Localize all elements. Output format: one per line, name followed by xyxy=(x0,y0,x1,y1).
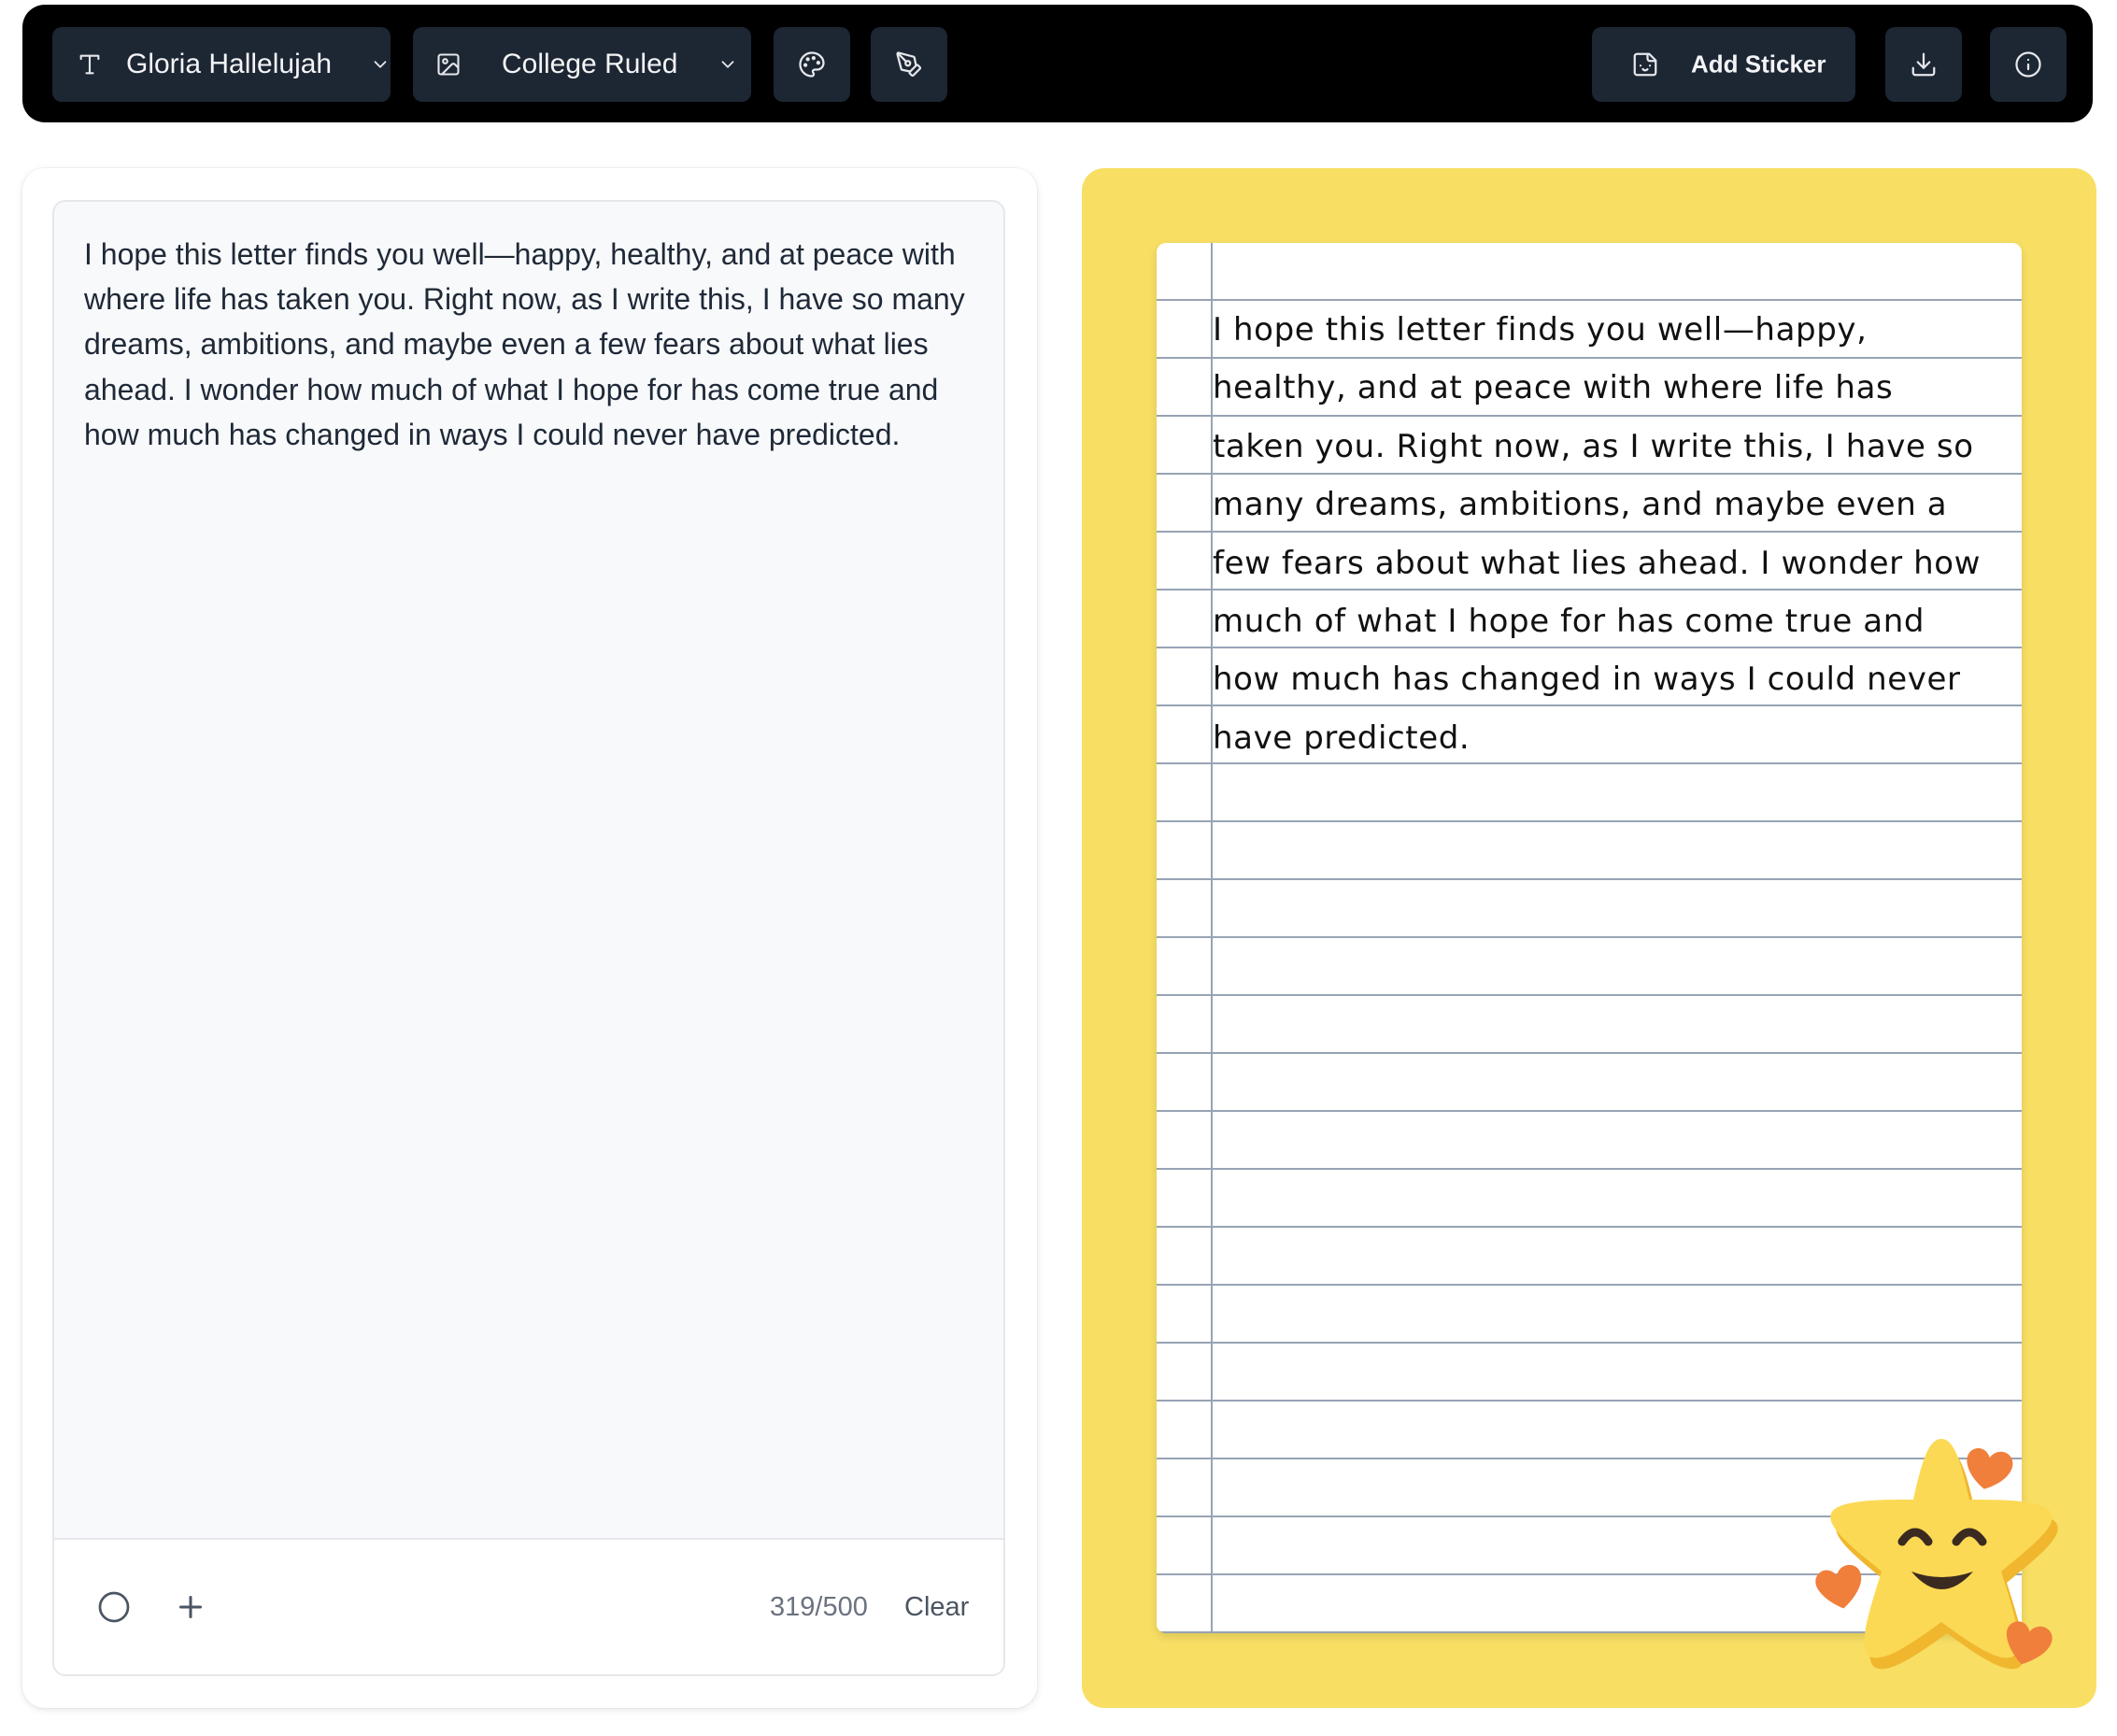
clear-button[interactable]: Clear xyxy=(904,1590,969,1624)
plus-icon[interactable] xyxy=(174,1590,207,1624)
character-count: 319/500 xyxy=(770,1592,868,1622)
sticker-icon xyxy=(1631,50,1659,78)
toolbar: Gloria Hallelujah College Ruled Add Stic… xyxy=(22,5,2093,122)
type-icon xyxy=(77,51,103,78)
smiling-star-sticker-icon[interactable] xyxy=(1801,1411,2081,1700)
image-icon xyxy=(435,51,462,78)
font-select-label: Gloria Hallelujah xyxy=(126,49,333,79)
pen-tool-button[interactable] xyxy=(871,27,947,102)
letter-textarea[interactable]: I hope this letter finds you well—happy,… xyxy=(52,200,1005,1676)
letter-preview-panel: I hope this letter finds you well—happy,… xyxy=(1082,168,2096,1708)
font-select-button[interactable]: Gloria Hallelujah xyxy=(52,27,391,102)
editor-footer: 319/500 Clear xyxy=(54,1538,1003,1674)
handwritten-letter-text: I hope this letter finds you well—happy,… xyxy=(1213,311,1982,757)
paper-select-button[interactable]: College Ruled xyxy=(413,27,751,102)
letter-text[interactable]: I hope this letter finds you well—happy,… xyxy=(84,232,981,457)
download-button[interactable] xyxy=(1885,27,1962,102)
download-icon xyxy=(1910,50,1938,78)
add-sticker-button[interactable]: Add Sticker xyxy=(1592,27,1855,102)
chevron-down-icon xyxy=(370,54,391,75)
circle-icon[interactable] xyxy=(97,1590,131,1624)
pen-tool-icon xyxy=(895,50,923,78)
chevron-down-icon xyxy=(718,54,738,75)
paper-select-label: College Ruled xyxy=(502,49,678,79)
color-palette-button[interactable] xyxy=(774,27,850,102)
info-icon xyxy=(2014,50,2042,78)
add-sticker-label: Add Sticker xyxy=(1691,50,1826,78)
info-button[interactable] xyxy=(1990,27,2067,102)
editor-panel: I hope this letter finds you well—happy,… xyxy=(22,168,1037,1708)
palette-icon xyxy=(798,50,826,78)
